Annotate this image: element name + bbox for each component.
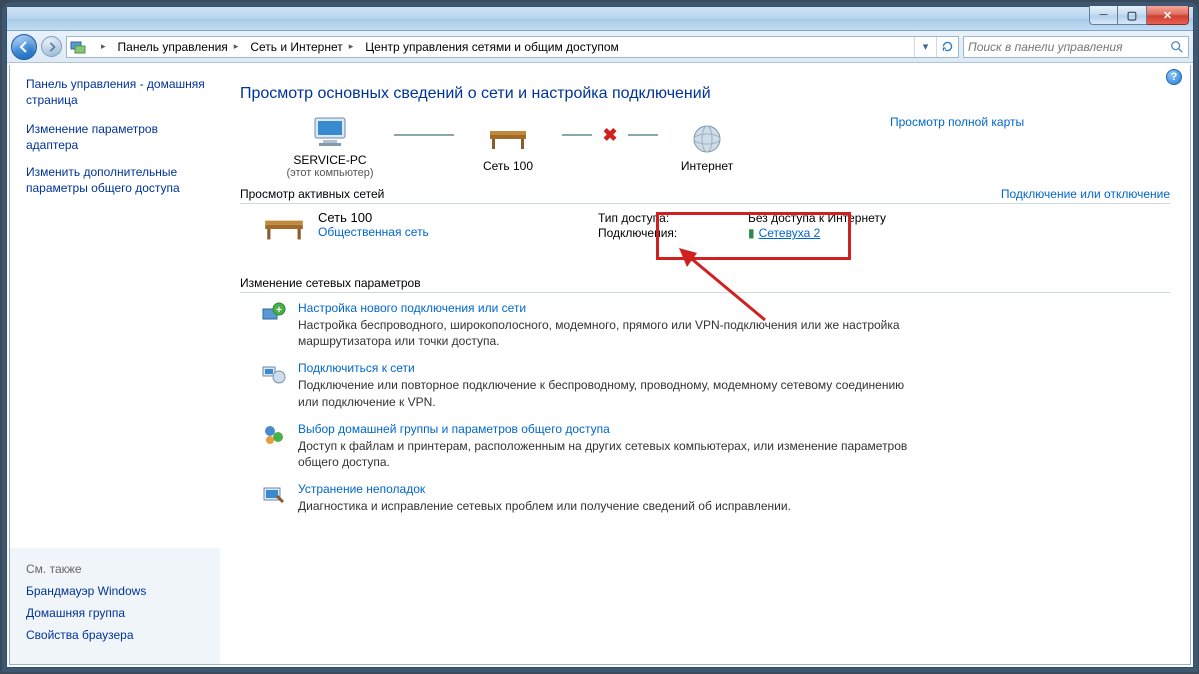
task-desc: Настройка беспроводного, широкополосного… xyxy=(298,317,918,349)
back-button[interactable] xyxy=(11,34,37,60)
diagram-network: Сеть 100 xyxy=(458,121,558,173)
connection-broken-icon: ✖ xyxy=(600,125,620,145)
section-label: Просмотр активных сетей xyxy=(240,187,384,201)
section-change-settings: Изменение сетевых параметров xyxy=(240,276,1170,293)
task-title[interactable]: Выбор домашней группы и параметров общег… xyxy=(298,422,1170,436)
globe-icon xyxy=(691,121,723,157)
task-troubleshoot[interactable]: Устранение неполадок Диагностика и испра… xyxy=(260,482,1170,514)
network-type-link[interactable]: Общественная сеть xyxy=(318,225,558,239)
network-center-icon xyxy=(67,39,89,55)
computer-icon xyxy=(309,115,351,151)
main-area: Панель управления - домашняя страница Из… xyxy=(9,65,1191,665)
diagram-this-computer: SERVICE-PC (этот компьютер) xyxy=(270,115,390,179)
network-identity: Сеть 100 Общественная сеть xyxy=(318,210,558,239)
task-homegroup-sharing[interactable]: Выбор домашней группы и параметров общег… xyxy=(260,422,1170,470)
close-button[interactable]: ✕ xyxy=(1147,6,1189,25)
content-pane: ? Просмотр основных сведений о сети и на… xyxy=(220,65,1190,664)
task-desc: Подключение или повторное подключение к … xyxy=(298,377,918,409)
troubleshoot-icon xyxy=(260,481,288,509)
task-title[interactable]: Устранение неполадок xyxy=(298,482,1170,496)
breadcrumb-label: Панель управления xyxy=(118,40,228,54)
section-active-networks: Просмотр активных сетей Подключение или … xyxy=(240,187,1170,204)
diagram-connector xyxy=(562,134,592,136)
address-bar[interactable]: ▸ Панель управления▸ Сеть и Интернет▸ Це… xyxy=(66,36,959,58)
highlight-annotation xyxy=(656,212,851,260)
sidebar-item-firewall[interactable]: Брандмауэр Windows xyxy=(26,584,208,598)
window-controls: ─ ▢ ✕ xyxy=(1089,6,1189,30)
diagram-sublabel: (этот компьютер) xyxy=(286,167,373,179)
titlebar: ─ ▢ ✕ xyxy=(7,7,1193,31)
forward-button[interactable] xyxy=(41,36,62,57)
task-title[interactable]: Настройка нового подключения или сети xyxy=(298,301,1170,315)
sidebar-see-also: См. также Брандмауэр Windows Домашняя гр… xyxy=(10,548,220,664)
breadcrumb[interactable]: Сеть и Интернет▸ xyxy=(244,37,359,57)
svg-text:+: + xyxy=(276,305,282,316)
network-map-diagram: SERVICE-PC (этот компьютер) Сеть 100 ✖ xyxy=(270,115,1170,179)
sidebar-item-internet-options[interactable]: Свойства браузера xyxy=(26,628,208,642)
bench-icon xyxy=(260,212,308,246)
task-new-connection[interactable]: + Настройка нового подключения или сети … xyxy=(260,301,1170,349)
address-dropdown-button[interactable]: ▾ xyxy=(914,37,936,57)
task-desc: Доступ к файлам и принтерам, расположенн… xyxy=(298,438,918,470)
refresh-icon xyxy=(941,40,954,53)
diagram-connector xyxy=(394,134,454,136)
search-placeholder: Поиск в панели управления xyxy=(968,40,1123,54)
sidebar: Панель управления - домашняя страница Из… xyxy=(10,65,220,664)
diagram-internet: Интернет xyxy=(662,121,752,173)
sidebar-item-homegroup[interactable]: Домашняя группа xyxy=(26,606,208,620)
connect-network-icon xyxy=(260,360,288,388)
arrow-right-icon xyxy=(47,42,57,52)
diagram-label: Интернет xyxy=(681,159,733,173)
task-title[interactable]: Подключиться к сети xyxy=(298,361,1170,375)
help-button[interactable]: ? xyxy=(1166,69,1182,85)
diagram-label: SERVICE-PC xyxy=(293,153,366,167)
refresh-button[interactable] xyxy=(936,37,958,57)
bench-icon xyxy=(486,121,530,157)
see-also-label: См. также xyxy=(26,562,208,576)
search-icon xyxy=(1170,40,1184,54)
page-title: Просмотр основных сведений о сети и наст… xyxy=(240,85,1170,103)
homegroup-icon xyxy=(260,421,288,449)
connect-disconnect-link[interactable]: Подключение или отключение xyxy=(1001,187,1170,201)
minimize-button[interactable]: ─ xyxy=(1089,6,1118,25)
sidebar-item-sharing-settings[interactable]: Изменить дополнительные параметры общего… xyxy=(26,165,208,196)
breadcrumb[interactable]: ▸ xyxy=(89,37,112,57)
maximize-button[interactable]: ▢ xyxy=(1118,6,1147,25)
task-connect-network[interactable]: Подключиться к сети Подключение или повт… xyxy=(260,361,1170,409)
new-connection-icon: + xyxy=(260,300,288,328)
arrow-left-icon xyxy=(18,41,30,53)
sidebar-item-adapter-settings[interactable]: Изменение параметров адаптера xyxy=(26,122,208,153)
task-desc: Диагностика и исправление сетевых пробле… xyxy=(298,498,918,514)
diagram-connector xyxy=(628,134,658,136)
control-panel-window: ─ ▢ ✕ ▸ Панель управления▸ Сеть и Интерн… xyxy=(6,6,1194,668)
diagram-label: Сеть 100 xyxy=(483,159,533,173)
network-name: Сеть 100 xyxy=(318,210,558,225)
sidebar-home-link[interactable]: Панель управления - домашняя страница xyxy=(26,77,208,108)
breadcrumb[interactable]: Панель управления▸ xyxy=(112,37,245,57)
section-label: Изменение сетевых параметров xyxy=(240,276,421,290)
navigation-bar: ▸ Панель управления▸ Сеть и Интернет▸ Це… xyxy=(7,31,1193,63)
breadcrumb-label: Сеть и Интернет xyxy=(250,40,342,54)
view-full-map-link[interactable]: Просмотр полной карты xyxy=(890,115,1024,129)
breadcrumb[interactable]: Центр управления сетями и общим доступом xyxy=(359,37,621,57)
search-input[interactable]: Поиск в панели управления xyxy=(963,36,1189,58)
breadcrumb-label: Центр управления сетями и общим доступом xyxy=(365,40,619,54)
